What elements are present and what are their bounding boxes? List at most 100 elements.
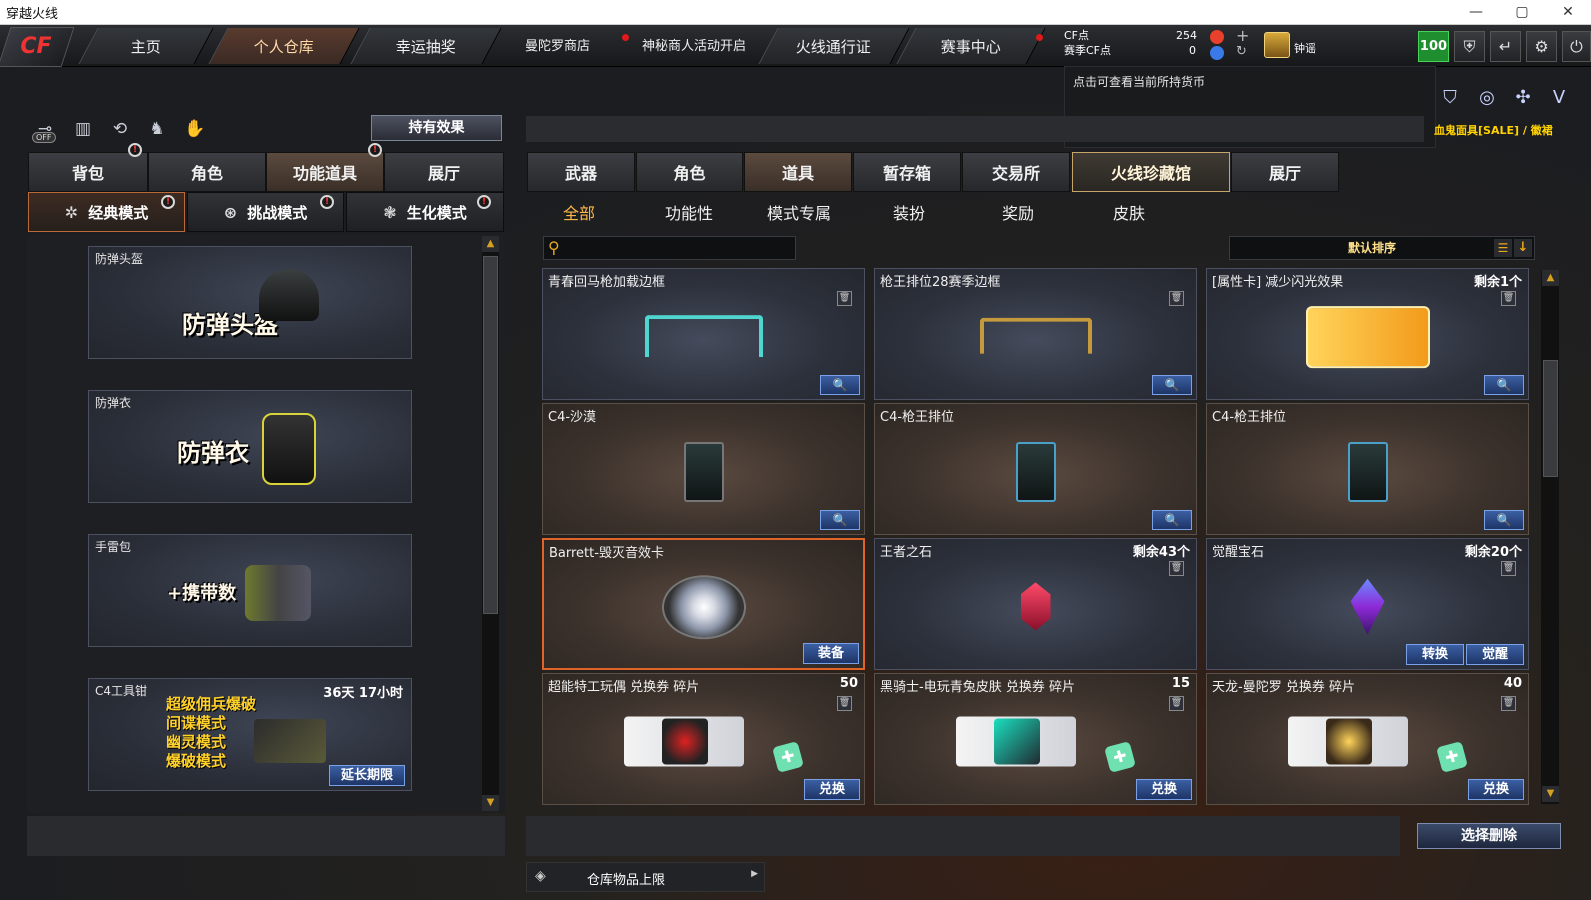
subtab-rewards[interactable]: 奖励 <box>1002 200 1034 224</box>
expand-arrow-icon[interactable]: ▶ <box>751 869 758 879</box>
preview-button[interactable]: 🔍 <box>1484 375 1524 395</box>
nav-link-mandala-shop[interactable]: 曼陀罗商店 <box>525 35 590 54</box>
item-card[interactable]: C4-枪王排位 🔍 <box>1206 403 1529 535</box>
trash-icon[interactable]: 🗑 <box>1501 291 1516 306</box>
character-icon[interactable]: ♞ <box>144 116 170 142</box>
scroll-up-arrow[interactable]: ▲ <box>1542 270 1559 286</box>
subtab-skins[interactable]: 皮肤 <box>1113 200 1145 224</box>
nav-tab-warehouse[interactable]: 个人仓库 <box>208 28 360 64</box>
refresh-icon[interactable]: ↻ <box>1236 44 1247 59</box>
history-icon[interactable]: ⟲ <box>107 116 133 142</box>
item-card[interactable]: 青春回马枪加载边框 🗑 🔍 <box>542 268 865 400</box>
capacity-bar[interactable]: ◈ 仓库物品上限 ▶ <box>526 862 765 892</box>
return-icon[interactable]: ↵ <box>1490 31 1521 62</box>
redeem-button[interactable]: 兑换 <box>804 779 860 800</box>
rank-icon[interactable] <box>1264 32 1290 58</box>
nav-tab-home[interactable]: 主页 <box>78 28 214 64</box>
equip-button[interactable]: 装备 <box>803 643 859 664</box>
left-scroll-thumb[interactable] <box>483 256 498 614</box>
podium-icon[interactable]: ▥ <box>70 116 96 142</box>
item-card[interactable]: 超能特工玩偶 兑换券 碎片 50 🗑 ✚ 兑换 <box>542 673 865 805</box>
preview-button[interactable]: 🔍 <box>820 375 860 395</box>
nav-tab-lottery[interactable]: 幸运抽奖 <box>350 28 502 64</box>
tab-showroom[interactable]: 展厅 <box>384 152 504 192</box>
item-card[interactable]: 王者之石 剩余43个 🗑 <box>874 538 1197 670</box>
redeem-button[interactable]: 兑换 <box>1468 779 1524 800</box>
convert-button[interactable]: 转换 <box>1406 644 1464 665</box>
awaken-button[interactable]: 觉醒 <box>1466 644 1524 665</box>
nav-tab-battle-pass[interactable]: 火线通行证 <box>758 28 910 64</box>
trash-icon[interactable]: 🗑 <box>1501 696 1516 711</box>
scroll-down-arrow[interactable]: ▼ <box>482 795 499 811</box>
target-icon[interactable]: ◎ <box>1475 86 1499 110</box>
power-icon[interactable]: ⏻ <box>1562 31 1591 62</box>
preview-button[interactable]: 🔍 <box>1152 375 1192 395</box>
currency-panel[interactable]: CF点 赛季CF点 254 0 <box>1064 28 1197 58</box>
right-scrollbar[interactable] <box>1541 270 1559 804</box>
sort-dropdown[interactable]: 默认排序 ☰ ↓ <box>1229 236 1535 260</box>
tab-storage-box[interactable]: 暂存箱 <box>853 152 961 192</box>
item-card[interactable]: [属性卡] 减少闪光效果 剩余1个 🗑 🔍 <box>1206 268 1529 400</box>
subtab-functional[interactable]: 功能性 <box>665 200 713 224</box>
right-scroll-thumb[interactable] <box>1543 360 1558 477</box>
cf-logo[interactable]: CF <box>0 27 75 67</box>
redeem-button[interactable]: 兑换 <box>1136 779 1192 800</box>
scroll-down-arrow[interactable]: ▼ <box>1542 786 1559 802</box>
tab-collection-hall[interactable]: 火线珍藏馆 <box>1072 152 1230 192</box>
tab-right-showroom[interactable]: 展厅 <box>1231 152 1339 192</box>
trash-icon[interactable]: 🗑 <box>837 291 852 306</box>
glove-icon[interactable]: ✋ <box>182 116 208 142</box>
preview-button[interactable]: 🔍 <box>820 510 860 530</box>
search-box[interactable]: ⚲ <box>543 236 796 260</box>
extend-button[interactable]: 延长期限 <box>329 765 405 786</box>
tab-exchange[interactable]: 交易所 <box>962 152 1070 192</box>
nav-tab-events[interactable]: 赛事中心 <box>896 28 1046 64</box>
item-card-grenade-pack[interactable]: 手雷包 +携带数 <box>88 534 412 647</box>
item-card-vest[interactable]: 防弹衣 防弹衣 <box>88 390 412 503</box>
trash-icon[interactable]: 🗑 <box>1169 561 1184 576</box>
maximize-button[interactable]: ▢ <box>1499 0 1545 25</box>
v-logo-icon[interactable]: V <box>1547 86 1571 110</box>
trash-icon[interactable]: 🗑 <box>837 696 852 711</box>
subtab-all[interactable]: 全部 <box>563 200 595 224</box>
tab-roles[interactable]: 角色 <box>636 152 743 192</box>
crossbow-icon[interactable]: ✣ <box>1511 86 1535 110</box>
subtab-mode-exclusive[interactable]: 模式专属 <box>767 200 831 224</box>
gear-icon[interactable]: ⚙ <box>1526 31 1557 62</box>
select-delete-button[interactable]: 选择删除 <box>1417 823 1561 849</box>
item-card-c4-pliers[interactable]: C4工具钳 36天 17小时 超级佣兵爆破 间谍模式 幽灵模式 爆破模式 延长期… <box>88 678 412 791</box>
level-badge[interactable]: 100 <box>1418 31 1449 62</box>
item-card[interactable]: C4-沙漠 🔍 <box>542 403 865 535</box>
nav-link-mystery-merchant[interactable]: 神秘商人活动开启 <box>642 35 746 54</box>
badge-icon[interactable]: ⛉ <box>1438 86 1462 110</box>
fragment-icon: ✚ <box>1436 741 1468 773</box>
item-card[interactable]: 枪王排位28赛季边框 🗑 🔍 <box>874 268 1197 400</box>
tab-character[interactable]: 角色 <box>148 152 266 192</box>
preview-button[interactable]: 🔍 <box>1484 510 1524 530</box>
trash-icon[interactable]: 🗑 <box>1169 696 1184 711</box>
trash-icon[interactable]: 🗑 <box>1169 291 1184 306</box>
sort-direction-icon[interactable]: ↓ <box>1514 239 1532 257</box>
shield-icon[interactable]: ⛨ <box>1454 31 1485 62</box>
hold-effect-button[interactable]: 持有效果 <box>371 115 502 141</box>
promo-text[interactable]: 血鬼面具[SALE] / 徽裙 <box>1434 122 1553 138</box>
item-card[interactable]: 天龙-曼陀罗 兑换券 碎片 40 🗑 ✚ 兑换 <box>1206 673 1529 805</box>
add-currency-icon[interactable]: + <box>1236 26 1249 45</box>
preview-button[interactable]: 🔍 <box>1152 510 1192 530</box>
item-card-selected[interactable]: Barrett-毁灭音效卡 装备 <box>542 538 865 670</box>
tab-function-items[interactable]: 功能道具 <box>266 152 384 192</box>
notification-dot <box>622 34 629 41</box>
minimize-button[interactable]: — <box>1453 0 1499 25</box>
tab-props[interactable]: 道具 <box>744 152 852 192</box>
tab-weapons[interactable]: 武器 <box>527 152 635 192</box>
trash-icon[interactable]: 🗑 <box>1501 561 1516 576</box>
tab-backpack[interactable]: 背包 <box>28 152 148 192</box>
list-view-icon[interactable]: ☰ <box>1494 239 1512 257</box>
item-card[interactable]: C4-枪王排位 🔍 <box>874 403 1197 535</box>
scroll-up-arrow[interactable]: ▲ <box>482 236 499 252</box>
subtab-dressup[interactable]: 装扮 <box>893 200 925 224</box>
close-button[interactable]: ✕ <box>1545 0 1591 25</box>
item-card[interactable]: 黑骑士-电玩青兔皮肤 兑换券 碎片 15 🗑 ✚ 兑换 <box>874 673 1197 805</box>
item-card-helmet[interactable]: 防弹头盔 防弹头盔 <box>88 246 412 359</box>
item-card[interactable]: 觉醒宝石 剩余20个 🗑 转换 觉醒 <box>1206 538 1529 670</box>
